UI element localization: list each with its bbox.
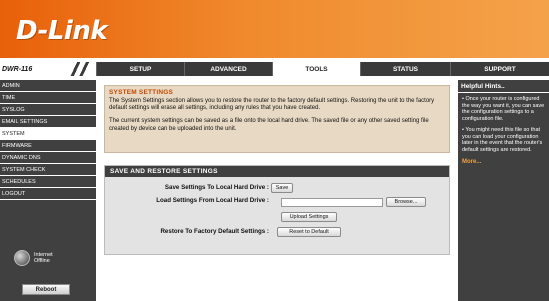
sidebar-item-logout[interactable]: LOGOUT: [0, 188, 96, 200]
tab-support[interactable]: SUPPORT: [450, 62, 549, 76]
hint-item: • You might need this file so that you c…: [462, 127, 543, 153]
main-content: SYSTEM SETTINGS The System Settings sect…: [100, 80, 454, 301]
more-link[interactable]: More...: [458, 155, 549, 169]
internet-status-text: Internet Offline: [34, 252, 53, 265]
sidebar-item-firmware[interactable]: FIRMWARE: [0, 140, 96, 152]
intro-paragraph-2: The current system settings can be saved…: [109, 118, 429, 132]
top-navigation: DWR-116 SETUP ADVANCED TOOLS STATUS SUPP…: [0, 62, 549, 76]
helpful-hints-panel: Helpful Hints.. • Once your router is co…: [458, 80, 549, 301]
restore-default-label: Restore To Factory Default Settings :: [160, 228, 269, 235]
reset-to-default-button[interactable]: Reset to Default: [277, 227, 341, 237]
sidebar-item-time[interactable]: TIME: [0, 92, 96, 104]
internet-status: Internet Offline: [14, 250, 53, 266]
save-settings-label: Save Settings To Local Hard Drive :: [164, 184, 269, 191]
model-label: DWR-116: [0, 62, 96, 76]
file-path-input[interactable]: [281, 198, 383, 207]
load-settings-label: Load Settings From Local Hard Drive :: [156, 197, 269, 204]
hint-item: • Once your router is configured the way…: [462, 96, 545, 122]
system-settings-panel: SYSTEM SETTINGS The System Settings sect…: [104, 85, 450, 153]
tab-tools[interactable]: TOOLS: [272, 62, 360, 76]
header-banner: D-Link: [0, 0, 549, 58]
sidebar-item-syslog[interactable]: SYSLOG: [0, 104, 96, 116]
model-name: DWR-116: [2, 65, 33, 73]
internet-state: Offline: [34, 258, 50, 264]
sidebar-item-system[interactable]: SYSTEM: [0, 128, 96, 140]
hints-title: Helpful Hints..: [458, 80, 549, 93]
sidebar-item-admin[interactable]: ADMIN: [0, 80, 96, 92]
sidebar: ADMIN TIME SYSLOG EMAIL SETTINGS SYSTEM …: [0, 80, 96, 301]
save-button[interactable]: Save: [271, 183, 293, 193]
sidebar-item-system-check[interactable]: SYSTEM CHECK: [0, 164, 96, 176]
tab-setup[interactable]: SETUP: [96, 62, 184, 76]
upload-settings-button[interactable]: Upload Settings: [281, 212, 337, 222]
save-restore-title: SAVE AND RESTORE SETTINGS: [105, 166, 449, 177]
system-settings-title: SYSTEM SETTINGS: [109, 89, 174, 96]
tab-status[interactable]: STATUS: [360, 62, 450, 76]
slash-decoration-icon: [68, 62, 94, 76]
intro-paragraph-1: The System Settings section allows you t…: [109, 98, 435, 112]
sidebar-item-dynamic-dns[interactable]: DYNAMIC DNS: [0, 152, 96, 164]
save-restore-panel: SAVE AND RESTORE SETTINGS Save Settings …: [104, 165, 450, 255]
tab-advanced[interactable]: ADVANCED: [184, 62, 272, 76]
sidebar-item-email-settings[interactable]: EMAIL SETTINGS: [0, 116, 96, 128]
sidebar-item-schedules[interactable]: SCHEDULES: [0, 176, 96, 188]
reboot-button[interactable]: Reboot: [22, 284, 70, 295]
dlink-logo: D-Link: [16, 16, 108, 46]
browse-button[interactable]: Browse...: [386, 197, 426, 207]
globe-icon: [14, 250, 30, 266]
